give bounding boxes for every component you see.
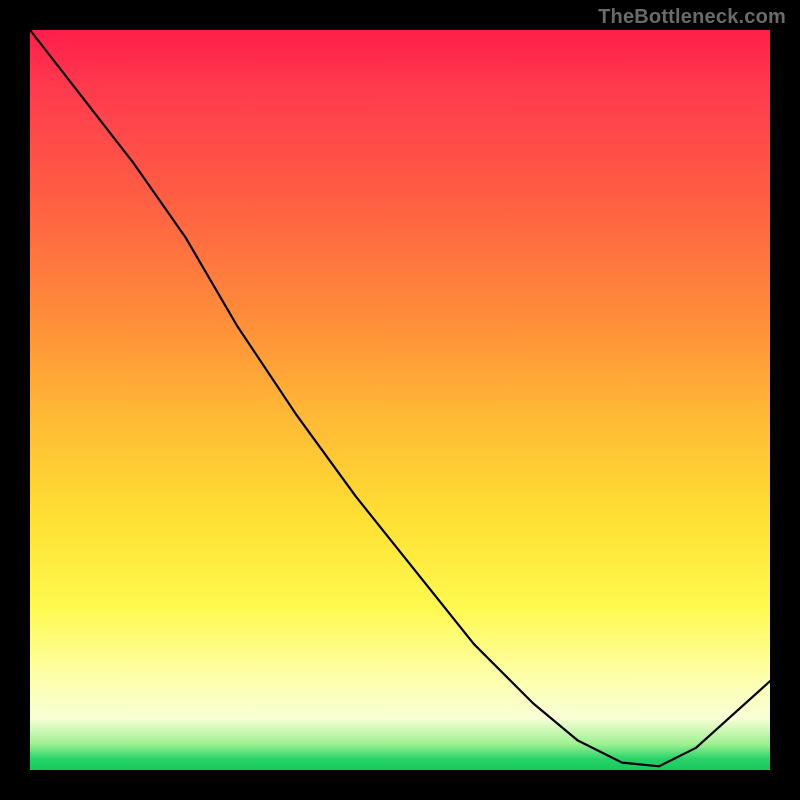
bottleneck-line <box>30 30 770 770</box>
watermark-text: TheBottleneck.com <box>598 6 786 29</box>
chart-container: TheBottleneck.com <box>0 0 800 800</box>
plot-area <box>28 28 772 772</box>
